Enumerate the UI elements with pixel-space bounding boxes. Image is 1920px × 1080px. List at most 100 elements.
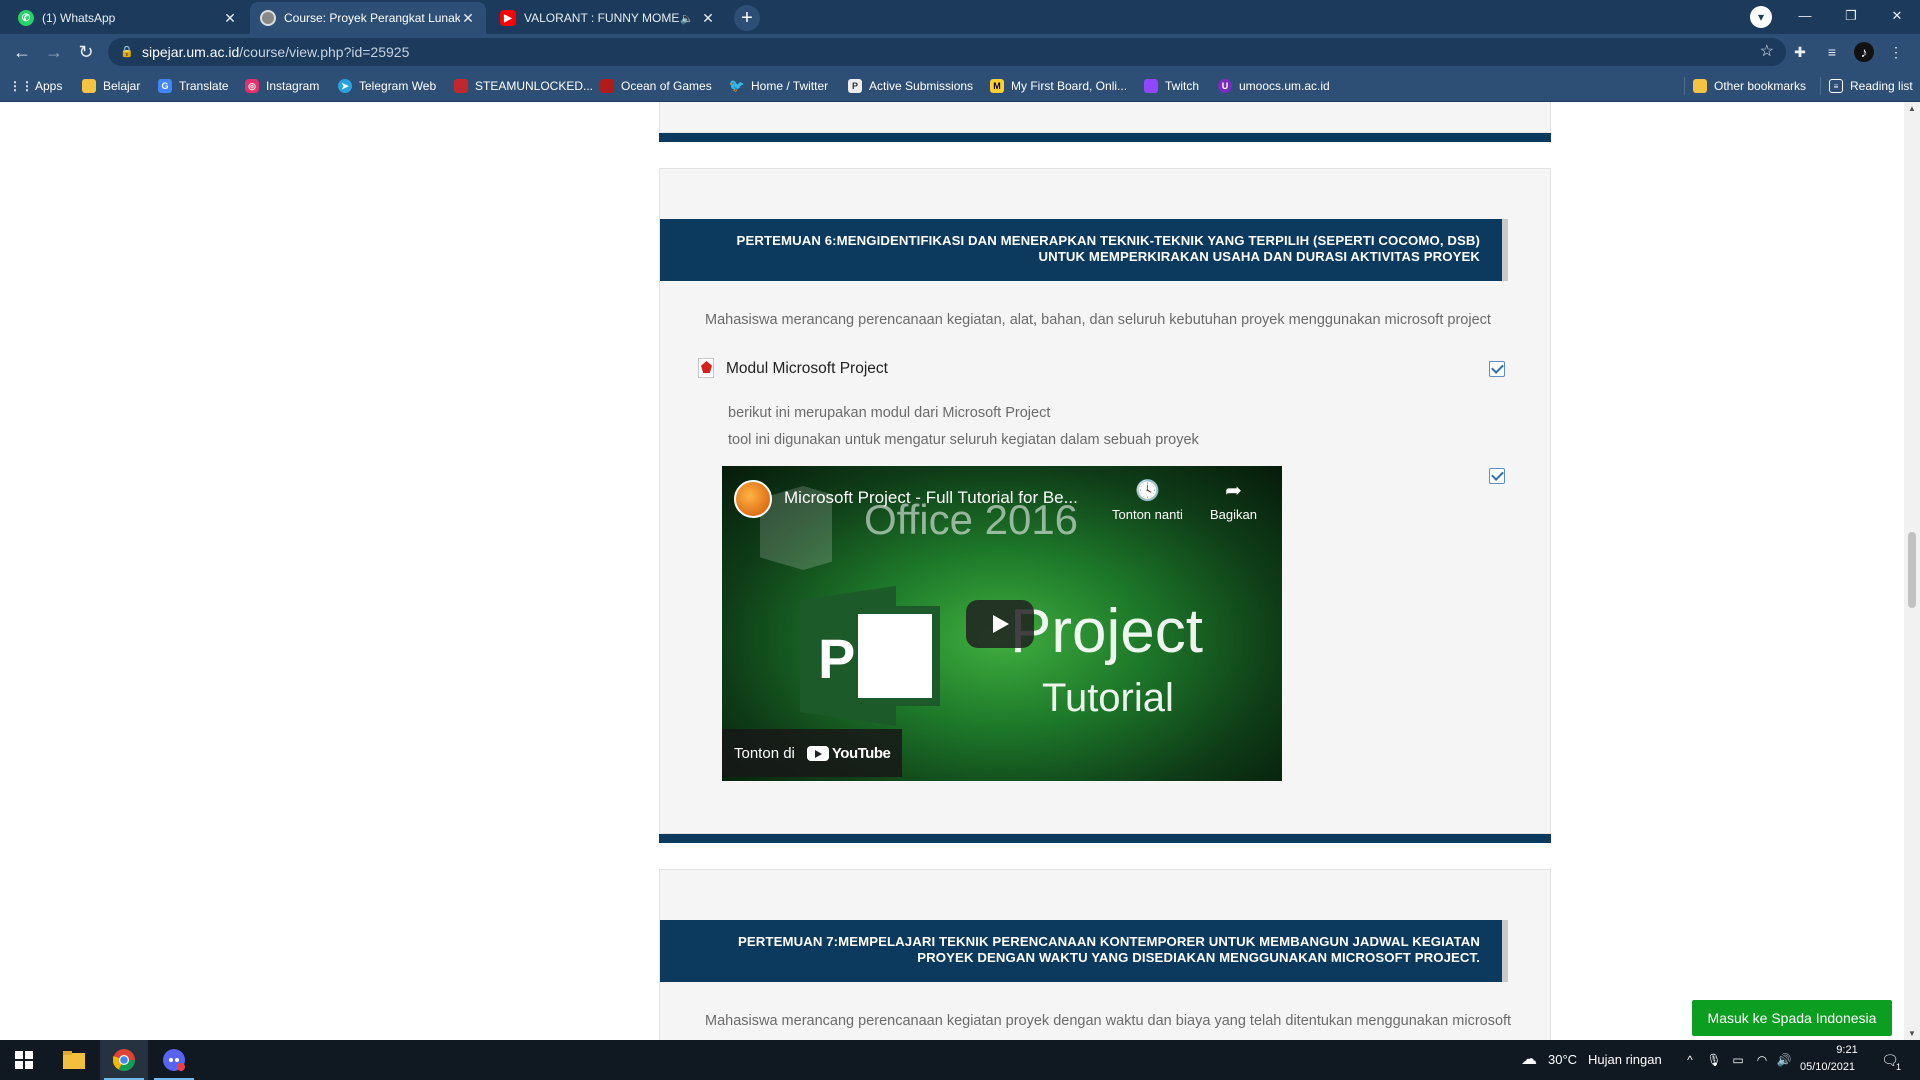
bookmark-telegram[interactable]: ➤ Telegram Web bbox=[338, 77, 436, 95]
watch-later-button[interactable]: 🕓 Tonton nanti bbox=[1112, 478, 1183, 522]
section-summary: Mahasiswa merancang perencanaan kegiatan… bbox=[705, 312, 1491, 328]
scroll-up-icon[interactable]: ▲ bbox=[1904, 104, 1920, 113]
activity-name[interactable]: Modul Microsoft Project bbox=[726, 360, 888, 378]
bookmark-instagram[interactable]: ◎ Instagram bbox=[245, 77, 319, 95]
bookmark-ocean-of-games[interactable]: Ocean of Games bbox=[600, 77, 712, 95]
close-icon[interactable]: ✕ bbox=[700, 10, 716, 27]
completion-checkbox[interactable] bbox=[1489, 468, 1505, 484]
steamunlocked-icon bbox=[454, 79, 468, 93]
lock-icon: 🔒 bbox=[120, 46, 134, 58]
tab-strip: ✆ (1) WhatsApp ✕ Course: Proyek Perangka… bbox=[0, 0, 1920, 34]
video-title[interactable]: Microsoft Project - Full Tutorial for Be… bbox=[784, 488, 1084, 508]
extensions-puzzle-icon[interactable]: ✚ bbox=[1790, 42, 1810, 62]
scroll-thumb[interactable] bbox=[1908, 532, 1916, 608]
weather-cloud-icon[interactable]: ☁ bbox=[1518, 1052, 1540, 1068]
twitter-icon: 🐦 bbox=[728, 78, 746, 93]
telegram-icon: ➤ bbox=[338, 79, 352, 93]
wifi-icon[interactable]: ◠ bbox=[1754, 1052, 1770, 1068]
twitch-icon bbox=[1144, 79, 1158, 93]
url-path: /course/view.php?id=25925 bbox=[239, 44, 410, 60]
share-button[interactable]: ➦ Bagikan bbox=[1210, 478, 1257, 522]
window-controls: — ❐ ✕ bbox=[1782, 0, 1920, 32]
bookmark-steamunlocked[interactable]: STEAMUNLOCKED... bbox=[454, 77, 593, 95]
menu-kebab-icon[interactable]: ⋮ bbox=[1886, 42, 1906, 62]
youtube-icon: ▶ bbox=[500, 10, 516, 26]
browser-toolbar: ← → ↻ 🔒 sipejar.um.ac.id/course/view.php… bbox=[0, 34, 1920, 70]
tab-whatsapp[interactable]: ✆ (1) WhatsApp ✕ bbox=[8, 2, 248, 34]
bookmark-star-icon[interactable]: ☆ bbox=[1760, 38, 1774, 66]
completion-checkbox[interactable] bbox=[1489, 361, 1505, 377]
back-arrow-icon[interactable]: ← bbox=[10, 40, 34, 64]
microphone-icon[interactable]: 🎙 bbox=[1706, 1052, 1722, 1068]
youtube-wordmark: YouTube bbox=[831, 744, 891, 762]
folder-icon bbox=[82, 79, 96, 93]
section-title-line1: PERTEMUAN 6:MENGIDENTIFIKASI DAN MENERAP… bbox=[736, 233, 1480, 248]
channel-avatar[interactable] bbox=[734, 480, 772, 518]
reading-list[interactable]: ≡ Reading list bbox=[1820, 77, 1913, 95]
play-button[interactable] bbox=[966, 600, 1034, 648]
activity-link[interactable]: Modul Microsoft Project bbox=[696, 358, 888, 380]
watch-later-label: Tonton nanti bbox=[1112, 507, 1183, 522]
page-viewport: PERTEMUAN 6:MENGIDENTIFIKASI DAN MENERAP… bbox=[0, 102, 1904, 1040]
scroll-down-icon[interactable]: ▼ bbox=[1904, 1029, 1920, 1038]
section-divider bbox=[659, 834, 1551, 843]
spada-indonesia-button[interactable]: Masuk ke Spada Indonesia bbox=[1692, 1000, 1892, 1036]
profile-avatar-icon[interactable]: ♪ bbox=[1854, 42, 1874, 62]
close-icon[interactable]: ✕ bbox=[460, 10, 476, 27]
address-bar[interactable]: 🔒 sipejar.um.ac.id/course/view.php?id=25… bbox=[108, 38, 1786, 66]
battery-icon[interactable]: ▭ bbox=[1730, 1052, 1746, 1068]
new-tab-button[interactable]: + bbox=[734, 5, 760, 31]
discord-icon[interactable] bbox=[150, 1040, 198, 1080]
bookmark-label: Apps bbox=[35, 79, 63, 93]
youtube-logo: YouTube bbox=[806, 744, 891, 762]
minimize-icon[interactable]: — bbox=[1782, 0, 1828, 32]
forward-arrow-icon[interactable]: → bbox=[42, 40, 66, 64]
bookmark-umoocs[interactable]: Uumoocs.um.ac.id bbox=[1218, 77, 1330, 95]
bookmark-belajar[interactable]: Belajar bbox=[82, 77, 140, 95]
weather-description[interactable]: Hujan ringan bbox=[1588, 1052, 1662, 1067]
youtube-play-icon bbox=[806, 745, 829, 761]
section-title: PERTEMUAN 7:MEMPELAJARI TEKNIK PERENCANA… bbox=[660, 920, 1508, 982]
reload-icon[interactable]: ↻ bbox=[74, 40, 98, 64]
bookmark-other[interactable]: Other bookmarks bbox=[1684, 77, 1806, 95]
instagram-icon: ◎ bbox=[245, 79, 259, 93]
umoocs-icon: U bbox=[1218, 79, 1232, 93]
bookmark-twitch[interactable]: Twitch bbox=[1144, 77, 1199, 95]
bookmark-apps[interactable]: ⋮⋮ Apps bbox=[9, 77, 63, 95]
bookmark-twitter[interactable]: 🐦 Home / Twitter bbox=[728, 77, 828, 95]
share-arrow-icon: ➦ bbox=[1225, 480, 1242, 502]
section-title: PERTEMUAN 6:MENGIDENTIFIKASI DAN MENERAP… bbox=[660, 219, 1508, 281]
clock-date[interactable]: 05/10/2021 bbox=[1800, 1061, 1855, 1073]
tab-title: VALORANT : FUNNY MOMEN bbox=[524, 11, 681, 25]
section-title-line2: UNTUK MEMPERKIRAKAN USAHA DAN DURASI AKT… bbox=[1038, 249, 1480, 264]
weather-temperature[interactable]: 30°C bbox=[1548, 1052, 1577, 1067]
restore-icon[interactable]: ❐ bbox=[1828, 0, 1874, 32]
bookmark-miro-board[interactable]: M My First Board, Onli... bbox=[990, 77, 1127, 95]
close-icon[interactable]: ✕ bbox=[222, 10, 238, 27]
bookmark-label: Translate bbox=[179, 79, 229, 93]
speaker-icon[interactable]: 🔈 bbox=[680, 12, 694, 25]
bookmark-translate[interactable]: G Translate bbox=[158, 77, 229, 95]
url-host: sipejar.um.ac.id bbox=[142, 44, 240, 60]
tab-course[interactable]: Course: Proyek Perangkat Lunak ✕ bbox=[250, 2, 486, 34]
tab-search-icon[interactable]: ▾ bbox=[1750, 6, 1772, 28]
bookmark-label: Other bookmarks bbox=[1714, 79, 1807, 93]
previous-section bbox=[659, 102, 1551, 133]
pdf-icon bbox=[696, 358, 716, 380]
watch-on-youtube-button[interactable]: Tonton di YouTube bbox=[722, 729, 903, 777]
close-window-icon[interactable]: ✕ bbox=[1874, 0, 1920, 32]
windows-start-icon[interactable] bbox=[0, 1040, 48, 1080]
page-scrollbar[interactable]: ▲ ▼ bbox=[1904, 102, 1920, 1040]
chevron-up-icon[interactable]: ^ bbox=[1682, 1052, 1698, 1068]
tab-valorant[interactable]: ▶ VALORANT : FUNNY MOMEN 🔈 ✕ bbox=[490, 2, 726, 34]
chrome-icon[interactable] bbox=[100, 1040, 148, 1080]
bookmark-active-submissions[interactable]: P Active Submissions bbox=[848, 77, 973, 95]
file-explorer-icon[interactable] bbox=[50, 1040, 98, 1080]
bookmark-label: umoocs.um.ac.id bbox=[1239, 79, 1330, 93]
youtube-video-embed[interactable]: Office 2016 P Project Tutorial Microsoft… bbox=[722, 466, 1282, 781]
clock-time[interactable]: 9:21 bbox=[1822, 1044, 1872, 1056]
media-queue-icon[interactable]: ≡ bbox=[1822, 42, 1842, 62]
bookmark-label: Reading list bbox=[1850, 79, 1913, 93]
volume-icon[interactable]: 🔊 bbox=[1776, 1052, 1792, 1068]
activity-description-line1: berikut ini merupakan modul dari Microso… bbox=[728, 405, 1051, 421]
